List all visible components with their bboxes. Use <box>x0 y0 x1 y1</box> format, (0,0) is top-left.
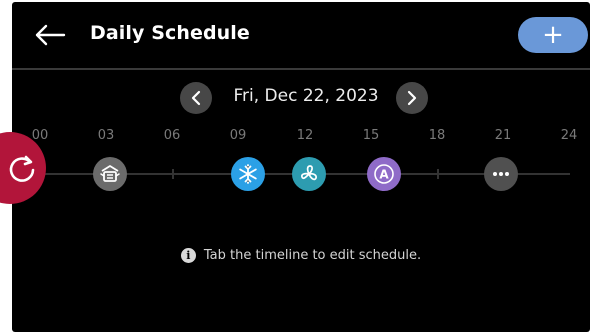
dehumidify-event[interactable] <box>93 157 127 191</box>
date-navigation: Fri, Dec 22, 2023 <box>12 80 590 116</box>
hour-label: 24 <box>560 128 578 143</box>
snowflake-icon <box>239 164 257 184</box>
back-arrow-icon <box>35 24 66 46</box>
fan-icon <box>301 165 317 181</box>
current-date: Fri, Dec 22, 2023 <box>233 86 379 106</box>
hour-label: 12 <box>296 128 314 143</box>
previous-day-button[interactable] <box>180 82 212 114</box>
auto-mode-label: A <box>379 168 389 182</box>
add-schedule-button[interactable]: + <box>518 17 588 53</box>
info-text: Tab the timeline to edit schedule. <box>203 247 422 263</box>
auto-event[interactable]: A <box>367 157 401 191</box>
hour-labels: 00 03 06 09 12 15 18 21 24 <box>12 128 590 148</box>
header: Daily Schedule + <box>12 2 590 68</box>
dehumidify-icon <box>100 165 120 182</box>
timeline-tick <box>437 169 439 179</box>
page-title: Daily Schedule <box>90 22 250 44</box>
more-icon <box>493 172 509 176</box>
refresh-icon <box>9 155 35 182</box>
chevron-left-icon <box>191 90 201 106</box>
hour-label: 09 <box>229 128 247 143</box>
info-hint: i Tab the timeline to edit schedule. <box>12 244 590 266</box>
header-divider <box>12 68 590 70</box>
info-icon: i <box>180 247 196 263</box>
hour-label: 06 <box>163 128 181 143</box>
screen: Daily Schedule + Fri, Dec 22, 2023 00 03… <box>12 2 590 332</box>
fan-event[interactable] <box>292 157 326 191</box>
hour-label: 03 <box>97 128 115 143</box>
hour-label: 15 <box>362 128 380 143</box>
plus-icon: + <box>542 20 564 50</box>
cool-event[interactable] <box>231 157 265 191</box>
hour-label: 21 <box>494 128 512 143</box>
more-event[interactable] <box>484 157 518 191</box>
auto-mode-icon: A <box>374 164 394 184</box>
back-button[interactable] <box>30 20 70 50</box>
hour-label: 18 <box>428 128 446 143</box>
chevron-right-icon <box>407 90 417 106</box>
timeline-tick <box>172 169 174 179</box>
next-day-button[interactable] <box>396 82 428 114</box>
